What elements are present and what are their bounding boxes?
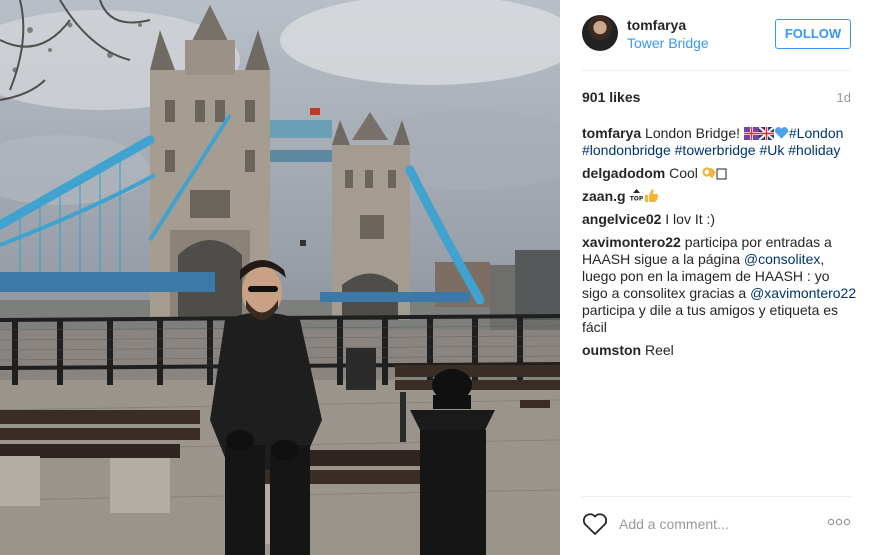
post-photo[interactable] [0, 0, 560, 555]
comment-author[interactable]: xavimontero22 [582, 234, 681, 250]
thumbs-up-emoji [645, 189, 659, 202]
comment-author[interactable]: tomfarya [582, 125, 641, 141]
post-age[interactable]: 1d [837, 90, 851, 105]
header-divider [582, 70, 851, 71]
hashtag[interactable]: #holiday [788, 142, 840, 158]
comment-text: I lov It :) [665, 211, 716, 227]
comment-text: Reel [645, 342, 674, 358]
top-emoji: TOP [629, 189, 645, 203]
hashtag[interactable]: #Uk [759, 142, 784, 158]
post-actions [582, 508, 851, 542]
comment-item: delgadodom Cool [582, 165, 857, 182]
flag-emoji [758, 127, 774, 140]
heart-icon[interactable] [582, 512, 608, 536]
hashtag[interactable]: #towerbridge [675, 142, 756, 158]
comment-author[interactable]: angelvice02 [582, 211, 661, 227]
follow-button[interactable]: FOLLOW [775, 19, 851, 49]
likes-count[interactable]: 901 likes [582, 89, 640, 105]
unknown-glyph-box [716, 168, 727, 180]
comment-text: London Bridge! [645, 125, 740, 141]
add-comment-input[interactable] [619, 511, 809, 537]
user-mention[interactable]: @consolitex [744, 251, 820, 267]
likes-row: 901 likes 1d [582, 89, 851, 107]
flag-emoji [743, 127, 759, 140]
ok-hand-emoji [702, 167, 716, 179]
comment-text: participa y dile a tus amigos y etiqueta… [582, 302, 839, 335]
heart-emoji [774, 127, 789, 139]
comment-author[interactable]: zaan.g [582, 188, 626, 204]
post-header: tomfarya Tower Bridge FOLLOW [560, 0, 873, 70]
comment-item: zaan.g TOP [582, 188, 857, 205]
comment-author[interactable]: delgadodom [582, 165, 665, 181]
post-location[interactable]: Tower Bridge [627, 35, 709, 51]
hashtag[interactable]: #London [789, 125, 844, 141]
user-mention[interactable]: @xavimontero22 [750, 285, 856, 301]
hashtag[interactable]: #londonbridge [582, 142, 671, 158]
tower-bridge-photo [0, 0, 560, 555]
svg-text:TOP: TOP [630, 196, 644, 203]
post-details-panel: tomfarya Tower Bridge FOLLOW 901 likes 1… [560, 0, 873, 555]
comment-text: Cool [669, 165, 698, 181]
avatar[interactable] [582, 15, 618, 51]
comment-author[interactable]: oumston [582, 342, 641, 358]
comments-list: tomfarya London Bridge! #London #londonb… [582, 125, 857, 365]
comment-item: xavimontero22 participa por entradas a H… [582, 234, 857, 336]
post-author-username[interactable]: tomfarya [627, 17, 686, 33]
comment-item: tomfarya London Bridge! #London #londonb… [582, 125, 857, 159]
comment-item: angelvice02 I lov It :) [582, 211, 857, 228]
more-options-icon[interactable] [827, 517, 851, 527]
actions-divider [582, 496, 851, 497]
comment-item: oumston Reel [582, 342, 857, 359]
